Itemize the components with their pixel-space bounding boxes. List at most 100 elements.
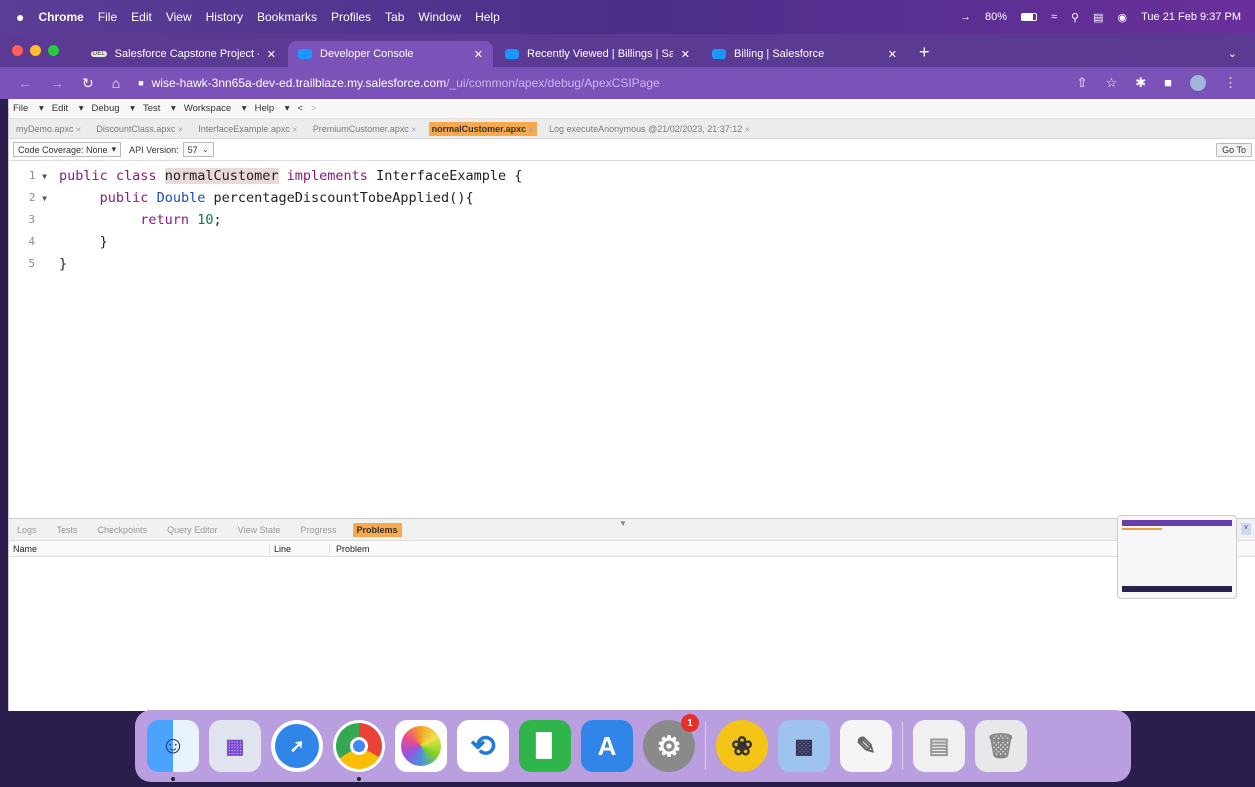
code-lines[interactable]: public class normalCustomer implements I…	[59, 165, 522, 275]
menu-help[interactable]: Help	[475, 10, 500, 24]
column-line[interactable]: Line	[269, 543, 329, 554]
menu-bookmarks[interactable]: Bookmarks	[257, 10, 317, 24]
file-tab-premiumcustomer[interactable]: PremiumCustomer.apxc ✕	[310, 122, 420, 136]
close-tab-icon[interactable]: ✕	[267, 48, 276, 61]
control-center-icon[interactable]: ▤	[1093, 11, 1103, 24]
battery-percent[interactable]: 80%	[985, 11, 1007, 23]
app-store-icon[interactable]: A	[581, 720, 633, 772]
collapse-panel-icon[interactable]: ∨	[1241, 523, 1251, 535]
tab-checkpoints[interactable]: Checkpoints	[94, 523, 152, 537]
finder-icon[interactable]: ☺	[147, 720, 199, 781]
arrow-icon[interactable]: →	[960, 11, 971, 23]
menu-window[interactable]: Window	[418, 10, 461, 24]
code-line-4[interactable]: }	[59, 231, 522, 253]
column-name[interactable]: Name	[9, 544, 269, 554]
code-line-2[interactable]: public Double percentageDiscountTobeAppl…	[59, 187, 522, 209]
close-tab-icon[interactable]: ✕	[411, 127, 417, 134]
system-preferences-icon[interactable]: ⚙ 1	[643, 714, 699, 772]
siri-icon[interactable]: ◉	[1118, 11, 1128, 24]
fold-arrow-icon[interactable]: ▼	[42, 172, 47, 181]
preview-icon[interactable]: ▩	[778, 720, 830, 772]
extensions-icon[interactable]: ✱	[1135, 75, 1146, 91]
close-tab-icon[interactable]: ✕	[177, 127, 183, 134]
menu-view[interactable]: View	[166, 10, 192, 24]
tab-query-editor[interactable]: Query Editor	[163, 523, 222, 537]
file-tab-mydemo[interactable]: myDemo.apxc ✕	[13, 122, 84, 136]
close-tab-icon[interactable]: ✕	[888, 48, 897, 61]
close-tab-icon[interactable]: ✕	[744, 127, 750, 134]
textedit-icon[interactable]: ✎	[840, 720, 892, 772]
api-version-select[interactable]: 57 ⌄	[182, 142, 215, 157]
launchpad-icon[interactable]: ▦	[209, 720, 261, 772]
trash-icon[interactable]: 🗑	[975, 720, 1027, 772]
sidebar-icon[interactable]: ■	[1164, 75, 1172, 91]
close-tab-icon[interactable]: ✕	[528, 127, 534, 134]
browser-tab-developer-console[interactable]: Developer Console ✕	[288, 41, 493, 67]
tab-problems[interactable]: Problems	[352, 522, 402, 537]
bookmark-star-icon[interactable]: ☆	[1106, 75, 1118, 91]
tab-search-chevron-icon[interactable]: ⌄	[1228, 47, 1237, 60]
app-name-menu[interactable]: Chrome	[38, 10, 83, 24]
chatgpt-icon[interactable]: ❀	[716, 720, 768, 772]
apple-icon[interactable]: ●	[16, 9, 24, 25]
share-icon[interactable]: ⇧	[1077, 75, 1088, 91]
tab-tests[interactable]: Tests	[53, 523, 82, 537]
file-tab-discountclass[interactable]: DiscountClass.apxc ✕	[93, 122, 186, 136]
menu-edit[interactable]: Edit	[131, 10, 152, 24]
code-line-5[interactable]: }	[59, 253, 522, 275]
history-forward-button[interactable]: >	[311, 103, 317, 114]
forward-icon[interactable]: →	[50, 75, 64, 91]
menu-file[interactable]: File	[98, 10, 117, 24]
back-icon[interactable]: ←	[18, 75, 32, 91]
clock[interactable]: Tue 21 Feb 9:37 PM	[1141, 11, 1241, 23]
search-icon[interactable]: ⚲	[1071, 11, 1079, 24]
code-editor[interactable]: 1 ▼ 2 ▼ 3 4 5 public class normalCustome…	[9, 161, 1255, 519]
maximize-window-icon[interactable]	[48, 45, 59, 56]
console-menu-workspace[interactable]: Workspace ▾	[184, 103, 247, 114]
history-back-button[interactable]: <	[298, 103, 304, 114]
menu-history[interactable]: History	[206, 10, 243, 24]
console-menu-help[interactable]: Help ▾	[255, 103, 290, 114]
document-icon[interactable]: ▤	[913, 720, 965, 772]
browser-tab-billing[interactable]: Billing | Salesforce ✕	[702, 41, 907, 67]
screenshot-thumbnail[interactable]	[1117, 515, 1237, 599]
chrome-menu-icon[interactable]: ⋮	[1224, 75, 1237, 91]
browser-tab-capstone[interactable]: DEL Salesforce Capstone Project - ✕	[81, 41, 286, 67]
fold-arrow-icon[interactable]: ▼	[42, 194, 47, 203]
close-tab-icon[interactable]: ✕	[292, 127, 298, 134]
console-menu-debug[interactable]: Debug ▾	[92, 103, 135, 114]
chrome-icon[interactable]	[333, 720, 385, 781]
column-problem[interactable]: Problem	[329, 543, 370, 554]
close-tab-icon[interactable]: ✕	[474, 48, 483, 61]
profile-avatar[interactable]	[1190, 75, 1206, 91]
browser-tab-recently-viewed[interactable]: Recently Viewed | Billings | Sal ✕	[495, 41, 700, 67]
console-menu-edit[interactable]: Edit ▾	[52, 103, 84, 114]
file-tab-interfaceexample[interactable]: InterfaceExample.apxc ✕	[195, 122, 300, 136]
home-icon[interactable]: ⌂	[112, 75, 120, 91]
tab-progress[interactable]: Progress	[296, 523, 340, 537]
numbers-icon[interactable]: ▉	[519, 720, 571, 772]
wifi-icon[interactable]: ≈	[1051, 11, 1057, 23]
reload-icon[interactable]: ↻	[82, 75, 94, 92]
file-tab-log[interactable]: Log executeAnonymous @21/02/2023, 21:37:…	[546, 122, 753, 136]
new-tab-button[interactable]: +	[919, 42, 930, 63]
console-menu-file[interactable]: File ▾	[13, 103, 44, 114]
file-tab-normalcustomer[interactable]: normalCustomer.apxc ✕	[428, 121, 538, 136]
safari-icon[interactable]: ➚	[271, 720, 323, 772]
menu-tab[interactable]: Tab	[385, 10, 404, 24]
tab-view-state[interactable]: View State	[234, 523, 285, 537]
close-tab-icon[interactable]: ✕	[681, 48, 690, 61]
close-window-icon[interactable]	[12, 45, 23, 56]
photos-icon[interactable]	[395, 720, 447, 772]
code-line-3[interactable]: return 10;	[59, 209, 522, 231]
minimize-window-icon[interactable]	[30, 45, 41, 56]
code-line-1[interactable]: public class normalCustomer implements I…	[59, 165, 522, 187]
go-to-button[interactable]: Go To	[1216, 142, 1252, 157]
splitter-handle-icon[interactable]: ▼	[619, 519, 627, 528]
close-tab-icon[interactable]: ✕	[76, 127, 82, 134]
address-bar[interactable]: ■ wise-hawk-3nn65a-dev-ed.trailblaze.my.…	[138, 76, 659, 90]
vscode-icon[interactable]: ⟲	[457, 720, 509, 772]
battery-icon[interactable]	[1021, 13, 1037, 21]
tab-logs[interactable]: Logs	[13, 523, 41, 537]
lock-icon[interactable]: ■	[138, 78, 143, 88]
